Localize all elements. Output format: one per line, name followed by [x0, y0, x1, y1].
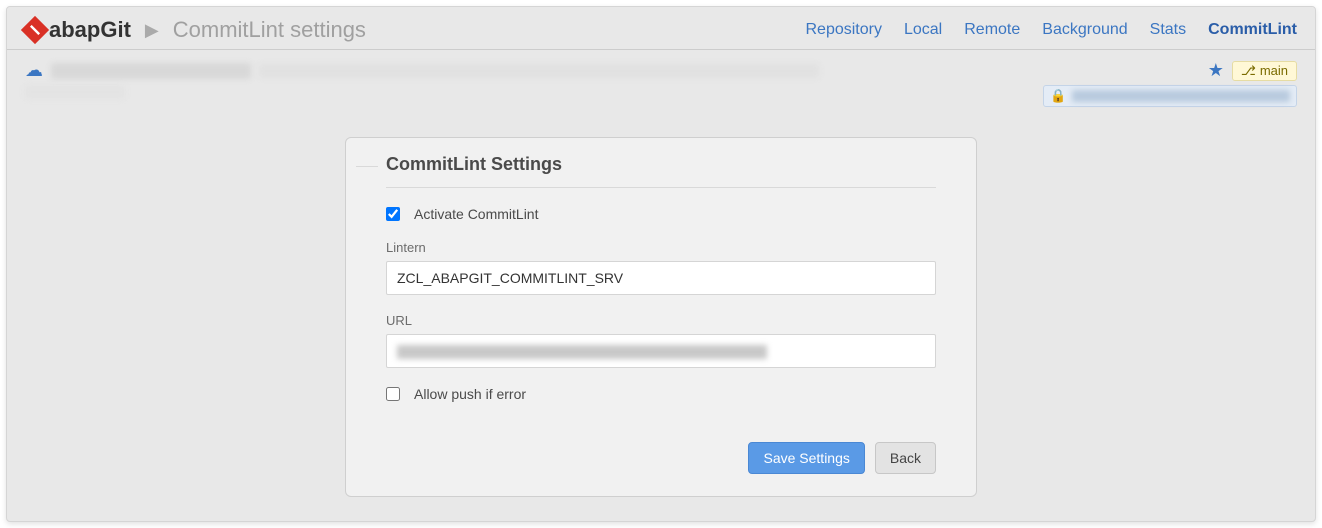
repo-bar-right: ★ ⎇ main 🔒 [1043, 60, 1297, 107]
breadcrumb-arrow-icon: ▶ [145, 20, 159, 41]
nav-local[interactable]: Local [904, 21, 942, 39]
activate-row: Activate CommitLint [386, 206, 936, 222]
repo-name-redacted [51, 63, 251, 79]
nav: Repository Local Remote Background Stats… [806, 21, 1298, 39]
allow-push-label: Allow push if error [414, 386, 526, 402]
branch-chip[interactable]: ⎇ main [1232, 61, 1297, 81]
repo-bar: ☁ ★ ⎇ main 🔒 [25, 60, 1297, 107]
cloud-icon: ☁ [25, 60, 43, 81]
panel-title-line [356, 166, 378, 167]
allow-push-row: Allow push if error [386, 386, 936, 402]
lintern-input[interactable] [386, 261, 936, 295]
button-row: Save Settings Back [386, 442, 936, 474]
nav-stats[interactable]: Stats [1150, 21, 1186, 39]
header-left: abapGit ▶ CommitLint settings [25, 17, 366, 43]
url-label: URL [386, 313, 936, 328]
branch-icon: ⎇ [1241, 63, 1256, 79]
url-value-redacted [397, 345, 767, 359]
star-icon[interactable]: ★ [1208, 60, 1224, 81]
panel-title: CommitLint Settings [386, 154, 576, 175]
content: ☁ ★ ⎇ main 🔒 [7, 50, 1315, 521]
lock-icon: 🔒 [1050, 88, 1066, 104]
url-input[interactable] [386, 334, 936, 368]
repo-bar-left: ☁ [25, 60, 819, 99]
settings-panel: CommitLint Settings Activate CommitLint … [345, 137, 977, 497]
repo-desc-redacted [259, 64, 819, 78]
repo-sub-redacted [25, 85, 125, 99]
panel-title-row: CommitLint Settings [386, 166, 936, 188]
allow-push-checkbox[interactable] [386, 387, 400, 401]
activate-label: Activate CommitLint [414, 206, 538, 222]
nav-remote[interactable]: Remote [964, 21, 1020, 39]
breadcrumb: CommitLint settings [173, 17, 366, 43]
logo[interactable]: abapGit [25, 17, 131, 43]
repo-info-redacted [1072, 90, 1290, 102]
nav-background[interactable]: Background [1042, 21, 1127, 39]
logo-text: abapGit [49, 17, 131, 43]
nav-repository[interactable]: Repository [806, 21, 882, 39]
back-button[interactable]: Back [875, 442, 936, 474]
repo-info-box[interactable]: 🔒 [1043, 85, 1297, 107]
logo-icon [21, 16, 49, 44]
header: abapGit ▶ CommitLint settings Repository… [7, 7, 1315, 50]
nav-commitlint[interactable]: CommitLint [1208, 21, 1297, 39]
activate-checkbox[interactable] [386, 207, 400, 221]
branch-label: main [1260, 63, 1288, 78]
app-frame: abapGit ▶ CommitLint settings Repository… [6, 6, 1316, 522]
save-button[interactable]: Save Settings [748, 442, 864, 474]
lintern-label: Lintern [386, 240, 936, 255]
